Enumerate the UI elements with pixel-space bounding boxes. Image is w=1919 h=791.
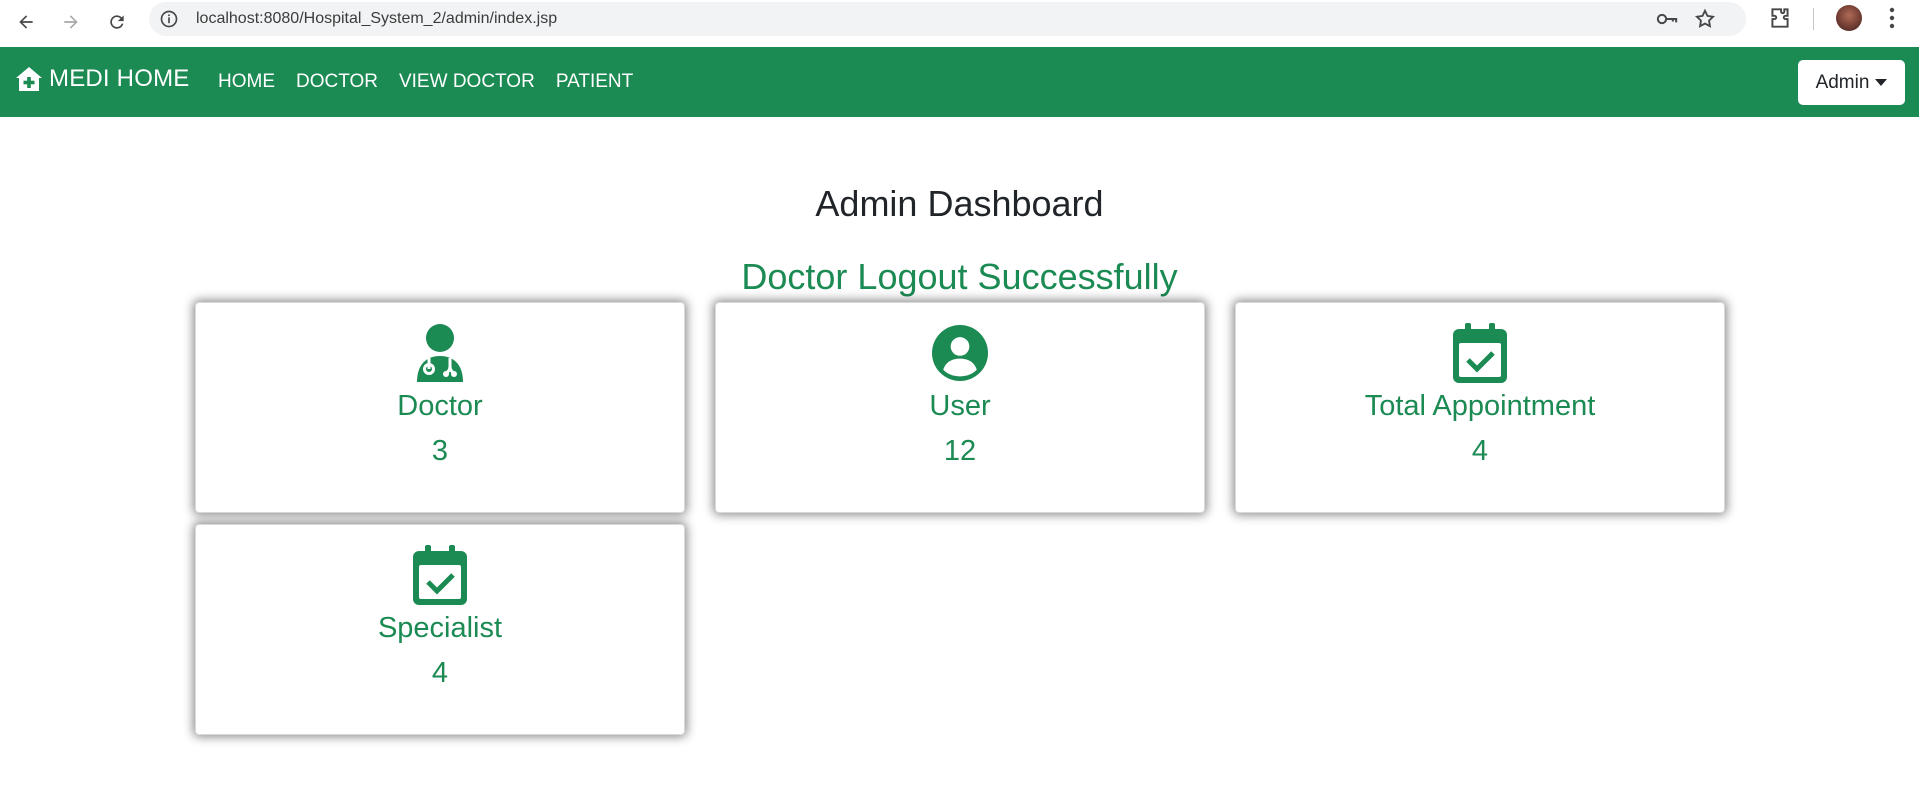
- nav-links: HOME DOCTOR VIEW DOCTOR PATIENT: [218, 71, 654, 93]
- total-appointment-card[interactable]: Total Appointment 4: [1235, 302, 1725, 513]
- brand-link[interactable]: MEDI HOME: [15, 65, 189, 93]
- card-value: 12: [943, 435, 977, 467]
- forward-button[interactable]: [53, 4, 89, 40]
- specialist-card[interactable]: Specialist 4: [195, 524, 685, 735]
- top-navbar: MEDI HOME HOME DOCTOR VIEW DOCTOR PATIEN…: [0, 47, 1919, 117]
- profile-avatar[interactable]: [1836, 5, 1862, 31]
- calendar-check-icon: [1453, 323, 1507, 383]
- nav-view-doctor[interactable]: VIEW DOCTOR: [399, 71, 535, 93]
- nav-patient[interactable]: PATIENT: [556, 71, 633, 93]
- brand-name: MEDI HOME: [49, 65, 190, 92]
- status-message: Doctor Logout Successfully: [741, 256, 1178, 297]
- arrow-right-icon: [64, 15, 78, 29]
- page-title: Admin Dashboard: [815, 183, 1104, 224]
- more-menu-icon[interactable]: [1882, 5, 1902, 31]
- reload-button[interactable]: [99, 4, 135, 40]
- reload-icon: [110, 15, 124, 29]
- bookmark-star-icon[interactable]: [1694, 8, 1716, 30]
- calendar-check-icon: [413, 545, 467, 605]
- card-label: Doctor: [397, 390, 483, 422]
- card-label: User: [929, 390, 991, 422]
- user-card[interactable]: User 12: [715, 302, 1205, 513]
- browser-toolbar: localhost:8080/Hospital_System_2/admin/i…: [0, 0, 1919, 47]
- back-button[interactable]: [8, 4, 44, 40]
- caret-down-icon: [1875, 79, 1888, 86]
- nav-doctor[interactable]: DOCTOR: [296, 71, 378, 93]
- admin-dropdown-button[interactable]: Admin: [1798, 60, 1905, 105]
- user-circle-icon: [932, 325, 988, 381]
- info-icon[interactable]: [159, 9, 179, 29]
- card-label: Specialist: [377, 612, 503, 644]
- address-bar[interactable]: localhost:8080/Hospital_System_2/admin/i…: [149, 2, 1746, 36]
- card-label: Total Appointment: [1364, 390, 1596, 422]
- arrow-left-icon: [19, 15, 33, 29]
- url-text[interactable]: localhost:8080/Hospital_System_2/admin/i…: [196, 10, 557, 28]
- admin-label: Admin: [1815, 71, 1870, 93]
- doctor-card[interactable]: Doctor 3: [195, 302, 685, 513]
- key-icon[interactable]: [1655, 9, 1679, 29]
- toolbar-divider: [1813, 8, 1814, 30]
- nav-home[interactable]: HOME: [218, 71, 275, 93]
- extensions-icon[interactable]: [1767, 5, 1793, 31]
- card-value: 4: [1471, 435, 1489, 467]
- card-value: 4: [431, 657, 449, 689]
- house-medical-icon: [16, 67, 42, 91]
- doctor-icon: [417, 324, 463, 382]
- card-value: 3: [431, 435, 449, 467]
